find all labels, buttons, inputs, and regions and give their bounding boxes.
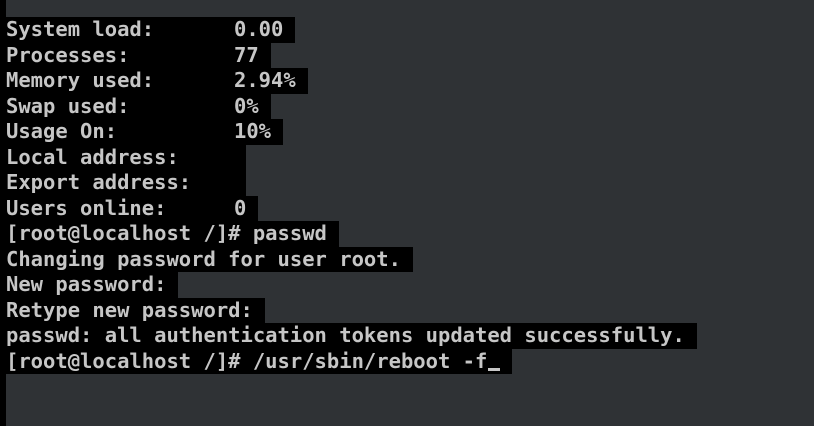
status-value: 77 — [234, 42, 259, 67]
output-line-passwd-command: [root@localhost /]# passwd — [6, 221, 339, 247]
status-line-local-address: Local address: — [6, 144, 246, 170]
status-value: 0 — [234, 195, 247, 220]
status-line-memory-used: Memory used: 2.94% — [6, 68, 308, 94]
status-label: Usage On: — [6, 119, 118, 143]
output-line-tokens-updated: passwd: all authentication tokens update… — [6, 323, 697, 349]
terminal-window[interactable]: System load: 0.00 Processes: 77 Memory use… — [0, 0, 814, 426]
output-line-new-password: New password: — [6, 272, 179, 298]
status-line-swap-used: Swap used: 0% — [6, 93, 271, 119]
output-line-retype-password: Retype new password: — [6, 297, 265, 323]
status-line-system-load: System load: 0.00 — [6, 17, 296, 43]
status-line-usage-on: Usage On: 10% — [6, 119, 284, 145]
command-input[interactable]: [root@localhost /]# /usr/sbin/reboot -f — [6, 349, 487, 373]
text-cursor — [488, 367, 501, 371]
status-label: Users online: — [6, 195, 167, 220]
status-label: Export address: — [6, 170, 192, 194]
status-label: Local address: — [6, 144, 179, 169]
status-line-export-address: Export address: — [6, 170, 246, 196]
output-line-changing-password: Changing password for user root. — [6, 246, 413, 272]
status-label: Swap used: — [6, 93, 130, 118]
status-label: Processes: — [6, 42, 130, 67]
command-prompt-line[interactable]: [root@localhost /]# /usr/sbin/reboot -f — [6, 348, 513, 374]
status-value: 0.00 — [234, 17, 284, 41]
terminal-output: System load: 0.00 Processes: 77 Memory use… — [6, 17, 697, 374]
status-line-processes: Processes: 77 — [6, 42, 271, 68]
status-value: 0% — [234, 93, 259, 118]
status-line-users-online: Users online: 0 — [6, 195, 259, 221]
status-value: 10% — [234, 119, 272, 143]
status-label: Memory used: — [6, 68, 155, 92]
status-label: System load: — [6, 17, 155, 41]
status-value: 2.94% — [234, 68, 296, 92]
